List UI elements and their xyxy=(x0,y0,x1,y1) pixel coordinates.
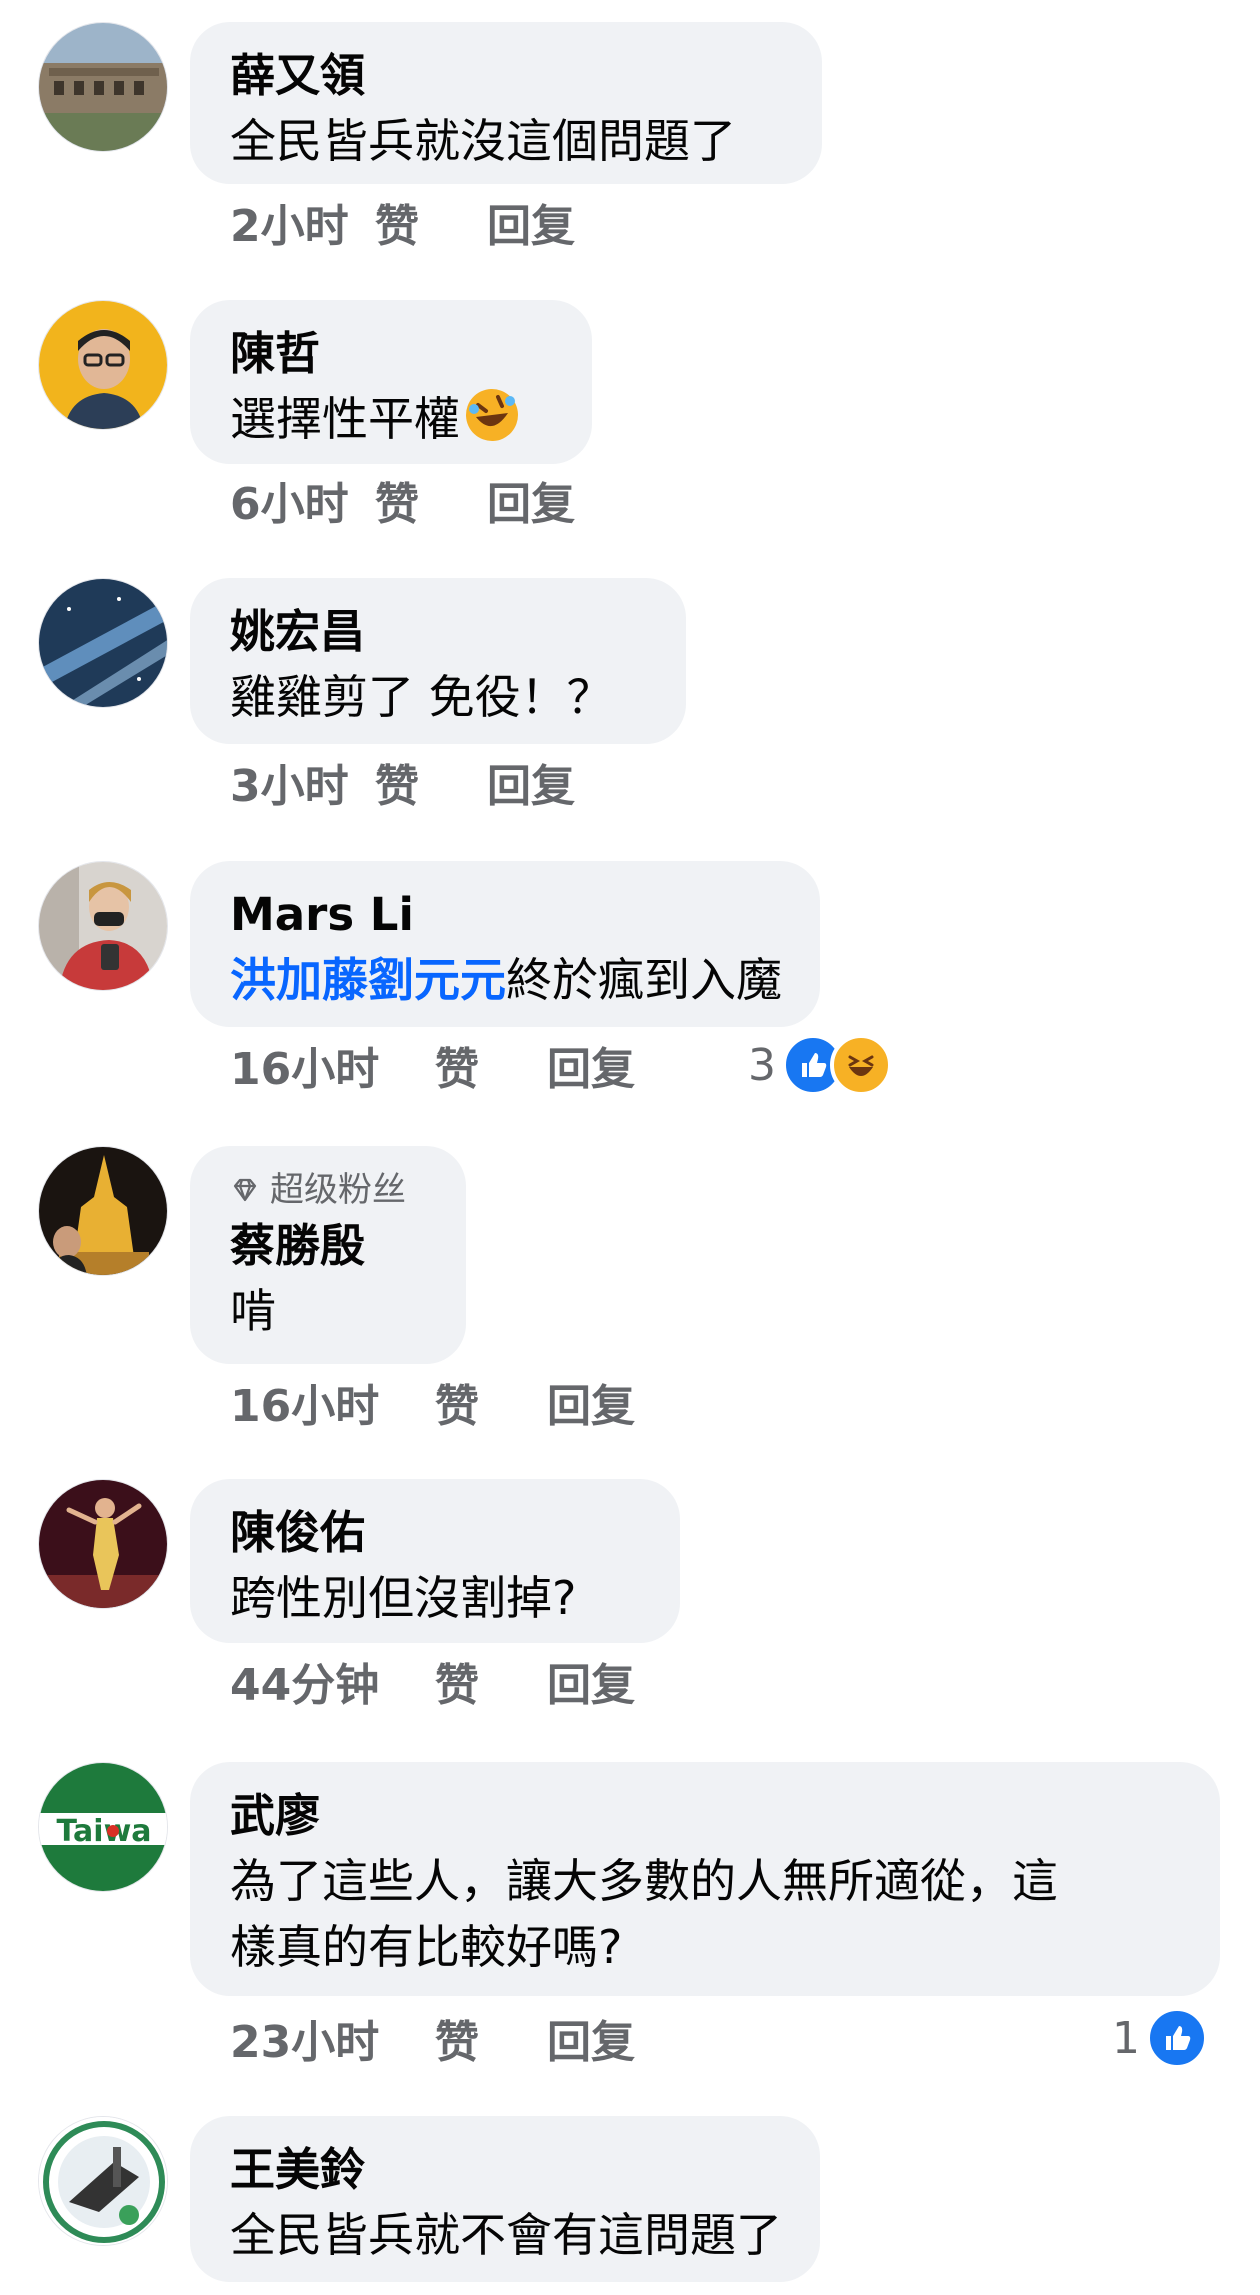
comment-time[interactable]: 2小时 xyxy=(230,190,375,254)
like-button[interactable]: 赞 xyxy=(375,750,487,814)
commenter-name[interactable]: 姚宏昌 xyxy=(230,600,646,664)
comment-bubble: 王美鈴 全民皆兵就不會有這問題了 xyxy=(190,2116,820,2282)
comment-bubble: 薛又領 全民皆兵就沒這個問題了 xyxy=(190,22,822,184)
commenter-name[interactable]: 王美鈴 xyxy=(230,2138,780,2202)
haha-emoji-icon xyxy=(830,1034,892,1096)
like-button[interactable]: 赞 xyxy=(435,2006,547,2070)
comment-time[interactable]: 23小时 xyxy=(230,2006,435,2070)
comment-actions: 6小时 赞 回复 xyxy=(230,470,575,530)
comment-actions: 3小时 赞 回复 xyxy=(230,752,575,812)
comment-time[interactable]: 16小时 xyxy=(230,1370,435,1434)
like-button[interactable]: 赞 xyxy=(435,1033,547,1097)
avatar[interactable] xyxy=(38,578,168,708)
comment-text: 全民皆兵就沒這個問題了 xyxy=(230,114,736,168)
commenter-name[interactable]: 蔡勝殷 xyxy=(230,1214,426,1278)
reply-button[interactable]: 回复 xyxy=(547,2006,635,2070)
comment-text-line-1: 為了這些人，讓大多數的人無所適從，這 xyxy=(230,1854,1058,1908)
comment-actions: 16小时 赞 回复 xyxy=(230,1372,635,1432)
comment-time[interactable]: 16小时 xyxy=(230,1033,435,1097)
comment-text: 選擇性平權 xyxy=(230,386,552,460)
comment-bubble: Mars Li 洪加藤劉元元終於瘋到入魔 xyxy=(190,861,820,1027)
like-button[interactable]: 赞 xyxy=(435,1370,547,1434)
comment-text: 雞雞剪了 免役！？ xyxy=(230,670,613,724)
avatar[interactable] xyxy=(38,22,168,152)
reply-button[interactable]: 回复 xyxy=(487,468,575,532)
comment-actions: 44分钟 赞 回复 xyxy=(230,1651,635,1711)
comment-actions: 2小时 赞 回复 xyxy=(230,192,575,252)
reaction-summary[interactable]: 1 xyxy=(1112,2007,1208,2069)
comment-text: 啃 xyxy=(230,1284,276,1338)
thumbs-up-icon xyxy=(1146,2007,1208,2069)
reaction-summary[interactable]: 3 xyxy=(748,1034,892,1096)
comment-bubble: 武廖 為了這些人，讓大多數的人無所適從，這 樣真的有比較好嗎? xyxy=(190,1762,1220,1996)
diamond-icon xyxy=(233,1178,257,1202)
avatar[interactable] xyxy=(38,861,168,991)
commenter-name[interactable]: 陳俊佑 xyxy=(230,1501,640,1565)
reaction-count: 3 xyxy=(748,1039,776,1091)
like-button[interactable]: 赞 xyxy=(375,190,487,254)
commenter-name[interactable]: Mars Li xyxy=(230,883,780,947)
comment-actions: 16小时 赞 回复 xyxy=(230,1035,635,1095)
comment-text: 跨性別但沒割掉? xyxy=(230,1571,577,1625)
avatar[interactable]: Taiwa xyxy=(38,1762,168,1892)
reply-button[interactable]: 回复 xyxy=(547,1370,635,1434)
comment-text: 全民皆兵就不會有這問題了 xyxy=(230,2208,782,2262)
comment-bubble: 陳俊佑 跨性別但沒割掉? xyxy=(190,1479,680,1643)
top-fan-badge[interactable]: 超级粉丝 xyxy=(230,1166,426,1214)
comment-actions: 23小时 赞 回复 xyxy=(230,2008,635,2068)
reaction-count: 1 xyxy=(1112,2012,1140,2064)
badge-label: 超级粉丝 xyxy=(270,1170,406,1210)
comment-feed: 薛又領 全民皆兵就沒這個問題了 2小时 赞 回复 陳哲 選擇性平權 6小时 赞 … xyxy=(0,0,1260,2295)
avatar[interactable] xyxy=(38,1479,168,1609)
commenter-name[interactable]: 武廖 xyxy=(230,1784,1180,1848)
comment-time[interactable]: 44分钟 xyxy=(230,1649,435,1713)
reply-button[interactable]: 回复 xyxy=(487,750,575,814)
reply-button[interactable]: 回复 xyxy=(547,1033,635,1097)
reply-button[interactable]: 回复 xyxy=(487,190,575,254)
avatar[interactable] xyxy=(38,1146,168,1276)
like-button[interactable]: 赞 xyxy=(435,1649,547,1713)
comment-time[interactable]: 3小时 xyxy=(230,750,375,814)
logo-text: Taiwa xyxy=(56,1814,151,1849)
rolling-on-floor-laughing-emoji-icon xyxy=(464,387,520,460)
comment-time[interactable]: 6小时 xyxy=(230,468,375,532)
like-button[interactable]: 赞 xyxy=(375,468,487,532)
avatar[interactable] xyxy=(38,2116,168,2246)
comment-bubble: 姚宏昌 雞雞剪了 免役！？ xyxy=(190,578,686,744)
avatar[interactable] xyxy=(38,300,168,430)
comment-bubble: 超级粉丝 蔡勝殷 啃 xyxy=(190,1146,466,1364)
commenter-name[interactable]: 薛又領 xyxy=(230,44,782,108)
comment-bubble: 陳哲 選擇性平權 xyxy=(190,300,592,464)
commenter-name[interactable]: 陳哲 xyxy=(230,322,552,386)
mentioned-user-link[interactable]: 洪加藤劉元元 xyxy=(230,953,506,1007)
comment-text-line-2: 樣真的有比較好嗎? xyxy=(230,1920,623,1974)
comment-text: 洪加藤劉元元終於瘋到入魔 xyxy=(230,953,782,1007)
reply-button[interactable]: 回复 xyxy=(547,1649,635,1713)
